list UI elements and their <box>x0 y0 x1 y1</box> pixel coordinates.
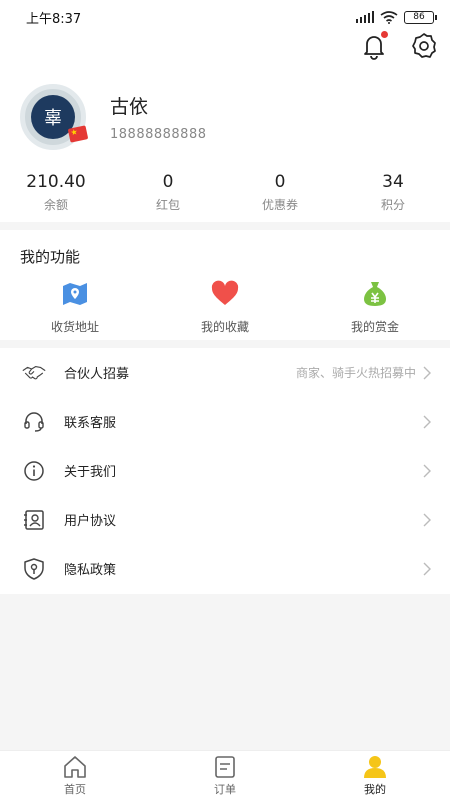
signal-icon <box>356 11 374 23</box>
info-icon <box>22 459 46 483</box>
menu-label: 关于我们 <box>64 465 117 480</box>
feature-label: 我的收藏 <box>200 320 249 334</box>
headset-icon <box>22 410 46 434</box>
gear-icon <box>412 33 436 58</box>
order-icon <box>215 755 235 778</box>
stats-row: 210.40 余额 0 红包 0 优惠券 34 积分 <box>0 172 450 213</box>
shield-icon <box>22 557 46 581</box>
header-area: 上午8:37 86 辜 ★ 古依 18888888888 210.40 余额 0… <box>0 0 450 222</box>
menu-item-partner[interactable]: 合伙人招募 商家、骑手火热招募中 <box>0 348 450 397</box>
stat-value: 210.40 <box>26 172 86 192</box>
menu-list: 合伙人招募 商家、骑手火热招募中 联系客服 关于我们 用户协议 隐私政策 <box>0 348 450 594</box>
chevron-right-icon <box>423 415 431 428</box>
feature-label: 收货地址 <box>50 320 99 334</box>
profile-card[interactable]: 辜 古依 18888888888 <box>20 84 206 150</box>
stat-red-packet[interactable]: 0 红包 <box>112 172 224 213</box>
stat-label: 红包 <box>155 198 180 212</box>
features-section: 我的功能 收货地址 我的收藏 我的赏金 <box>0 230 450 340</box>
menu-item-user-agreement[interactable]: 用户协议 <box>0 495 450 544</box>
bottom-tab-bar: 首页 订单 我的 <box>0 750 450 800</box>
tab-profile[interactable]: 我的 <box>300 751 450 800</box>
user-name: 古依 <box>110 96 149 118</box>
wifi-icon <box>380 10 398 24</box>
menu-label: 合伙人招募 <box>64 367 130 382</box>
flag-icon <box>67 125 89 143</box>
notification-button[interactable] <box>358 30 390 62</box>
money-bag-icon <box>364 282 386 306</box>
feature-favorites[interactable]: 我的收藏 <box>150 280 300 335</box>
settings-button[interactable] <box>408 30 440 62</box>
tab-home[interactable]: 首页 <box>0 751 150 800</box>
menu-hint: 商家、骑手火热招募中 <box>295 366 416 380</box>
chevron-right-icon <box>423 513 431 526</box>
feature-address[interactable]: 收货地址 <box>0 280 150 335</box>
chevron-right-icon <box>423 366 431 379</box>
battery-icon: 86 <box>404 10 437 24</box>
tab-label: 我的 <box>364 782 386 796</box>
avatar[interactable]: 辜 <box>20 84 89 150</box>
stat-value: 0 <box>274 172 286 192</box>
tab-label: 订单 <box>214 782 236 796</box>
profile-icon <box>364 755 386 778</box>
stat-coupons[interactable]: 0 优惠券 <box>224 172 336 213</box>
menu-label: 隐私政策 <box>64 563 117 578</box>
status-icons: 86 <box>356 10 437 24</box>
menu-item-support[interactable]: 联系客服 <box>0 397 450 446</box>
chevron-right-icon <box>423 464 431 477</box>
user-doc-icon <box>22 508 46 532</box>
home-icon <box>64 755 86 778</box>
status-time: 上午8:37 <box>26 11 82 27</box>
stat-value: 0 <box>162 172 174 192</box>
menu-label: 联系客服 <box>64 416 117 431</box>
battery-level: 86 <box>413 12 425 22</box>
stat-label: 优惠券 <box>261 198 298 212</box>
feature-bounty[interactable]: 我的赏金 <box>300 280 450 335</box>
tab-label: 首页 <box>64 782 86 796</box>
header-actions <box>358 30 440 62</box>
section-title: 我的功能 <box>20 248 81 266</box>
chevron-right-icon <box>423 562 431 575</box>
status-bar: 上午8:37 86 <box>0 0 450 34</box>
stat-label: 余额 <box>43 198 68 212</box>
heart-icon <box>211 280 239 305</box>
map-icon <box>63 283 87 305</box>
notification-dot <box>381 31 388 38</box>
feature-row: 收货地址 我的收藏 我的赏金 <box>0 280 450 335</box>
stat-points[interactable]: 34 积分 <box>336 172 450 213</box>
profile-text: 古依 18888888888 <box>110 92 206 142</box>
menu-item-privacy[interactable]: 隐私政策 <box>0 544 450 593</box>
stat-value: 34 <box>382 172 404 192</box>
feature-label: 我的赏金 <box>350 320 399 334</box>
menu-label: 用户协议 <box>64 514 117 529</box>
tab-orders[interactable]: 订单 <box>150 751 300 800</box>
stat-balance[interactable]: 210.40 余额 <box>0 172 112 213</box>
menu-item-about[interactable]: 关于我们 <box>0 446 450 495</box>
user-phone: 18888888888 <box>110 127 207 142</box>
stat-label: 积分 <box>380 198 405 212</box>
handshake-icon <box>22 361 46 385</box>
